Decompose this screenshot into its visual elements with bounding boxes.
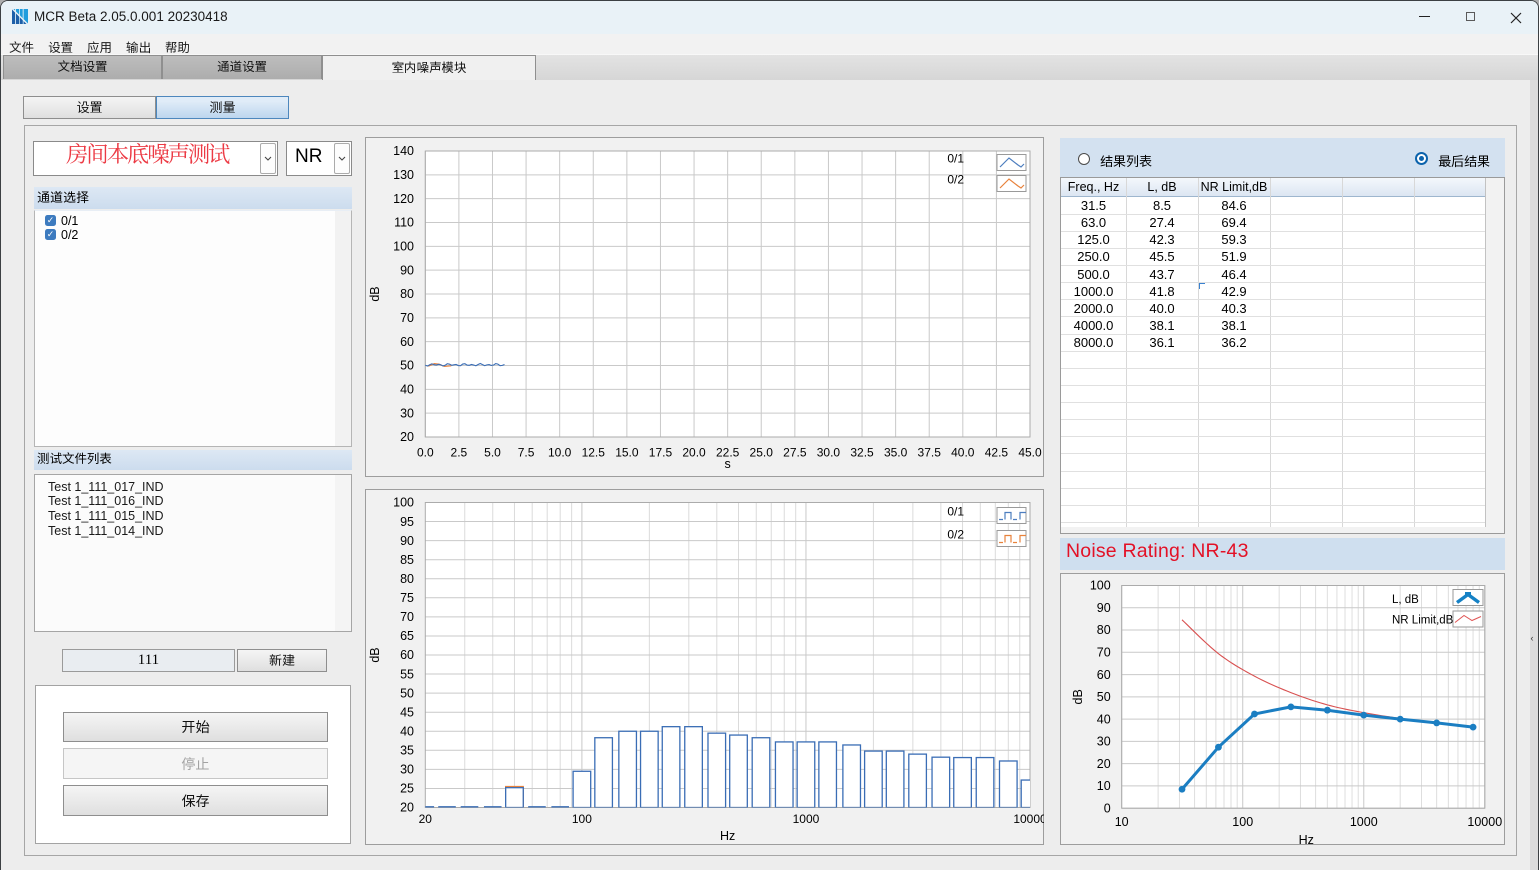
svg-text:27.5: 27.5 xyxy=(783,446,807,460)
svg-text:80: 80 xyxy=(1097,623,1111,637)
svg-text:dB: dB xyxy=(1071,689,1085,704)
svg-text:20: 20 xyxy=(400,430,414,444)
svg-text:130: 130 xyxy=(393,168,414,182)
svg-text:10: 10 xyxy=(1097,779,1111,793)
svg-text:40.0: 40.0 xyxy=(951,446,975,460)
svg-text:40: 40 xyxy=(400,383,414,397)
svg-text:NR Limit,dB: NR Limit,dB xyxy=(1392,615,1454,627)
svg-text:80: 80 xyxy=(400,572,414,586)
svg-text:40: 40 xyxy=(1097,712,1111,726)
svg-text:1000: 1000 xyxy=(1350,815,1378,829)
svg-text:12.5: 12.5 xyxy=(582,446,606,460)
svg-text:37.5: 37.5 xyxy=(918,446,942,460)
svg-text:Hz: Hz xyxy=(720,829,735,843)
svg-text:0/2: 0/2 xyxy=(947,173,964,187)
svg-text:30.0: 30.0 xyxy=(817,446,841,460)
svg-text:75: 75 xyxy=(400,591,414,605)
svg-text:50: 50 xyxy=(400,359,414,373)
svg-text:25: 25 xyxy=(400,782,414,796)
svg-text:20: 20 xyxy=(400,801,414,815)
svg-text:32.5: 32.5 xyxy=(850,446,874,460)
svg-text:100: 100 xyxy=(393,240,414,254)
svg-text:45: 45 xyxy=(400,705,414,719)
svg-text:10.0: 10.0 xyxy=(548,446,572,460)
svg-text:s: s xyxy=(725,457,731,471)
svg-text:Hz: Hz xyxy=(1299,833,1314,845)
svg-text:100: 100 xyxy=(1090,579,1111,593)
svg-text:100: 100 xyxy=(572,812,592,826)
svg-text:7.5: 7.5 xyxy=(518,446,535,460)
svg-text:50: 50 xyxy=(1097,690,1111,704)
svg-text:90: 90 xyxy=(400,263,414,277)
svg-text:60: 60 xyxy=(1097,668,1111,682)
svg-text:100: 100 xyxy=(393,496,414,510)
svg-text:30: 30 xyxy=(1097,735,1111,749)
svg-text:0/2: 0/2 xyxy=(947,528,964,542)
svg-text:0/1: 0/1 xyxy=(947,152,964,166)
svg-text:70: 70 xyxy=(1097,646,1111,660)
svg-text:dB: dB xyxy=(368,647,382,662)
svg-text:1000: 1000 xyxy=(793,812,820,826)
svg-text:2.5: 2.5 xyxy=(451,446,468,460)
svg-text:55: 55 xyxy=(400,667,414,681)
svg-text:110: 110 xyxy=(394,216,414,230)
svg-text:50: 50 xyxy=(400,686,414,700)
svg-text:10000: 10000 xyxy=(1013,812,1044,826)
svg-text:0.0: 0.0 xyxy=(417,446,434,460)
svg-text:25.0: 25.0 xyxy=(750,446,774,460)
svg-text:90: 90 xyxy=(1097,601,1111,615)
svg-text:65: 65 xyxy=(400,629,414,643)
svg-text:17.5: 17.5 xyxy=(649,446,673,460)
svg-text:45.0: 45.0 xyxy=(1018,446,1042,460)
svg-text:90: 90 xyxy=(400,534,414,548)
svg-text:120: 120 xyxy=(393,192,414,206)
svg-text:95: 95 xyxy=(400,515,414,529)
svg-text:10000: 10000 xyxy=(1467,815,1502,829)
svg-text:30: 30 xyxy=(400,763,414,777)
svg-text:40: 40 xyxy=(400,724,414,738)
svg-text:100: 100 xyxy=(1232,815,1253,829)
svg-text:35.0: 35.0 xyxy=(884,446,908,460)
svg-text:20: 20 xyxy=(1097,757,1111,771)
svg-text:5.0: 5.0 xyxy=(484,446,501,460)
svg-text:60: 60 xyxy=(400,648,414,662)
svg-text:0/1: 0/1 xyxy=(947,505,964,519)
svg-text:70: 70 xyxy=(400,311,414,325)
svg-text:85: 85 xyxy=(400,553,414,567)
svg-text:dB: dB xyxy=(368,286,382,301)
svg-text:140: 140 xyxy=(393,144,414,158)
svg-text:30: 30 xyxy=(400,406,414,420)
svg-text:20.0: 20.0 xyxy=(682,446,706,460)
svg-text:60: 60 xyxy=(400,335,414,349)
svg-text:0: 0 xyxy=(1104,801,1111,815)
svg-text:42.5: 42.5 xyxy=(985,446,1009,460)
svg-text:10: 10 xyxy=(1115,815,1129,829)
svg-text:35: 35 xyxy=(400,744,414,758)
svg-text:70: 70 xyxy=(400,610,414,624)
svg-text:80: 80 xyxy=(400,287,414,301)
svg-text:20: 20 xyxy=(419,812,433,826)
svg-text:15.0: 15.0 xyxy=(615,446,639,460)
svg-text:L, dB: L, dB xyxy=(1392,594,1419,606)
